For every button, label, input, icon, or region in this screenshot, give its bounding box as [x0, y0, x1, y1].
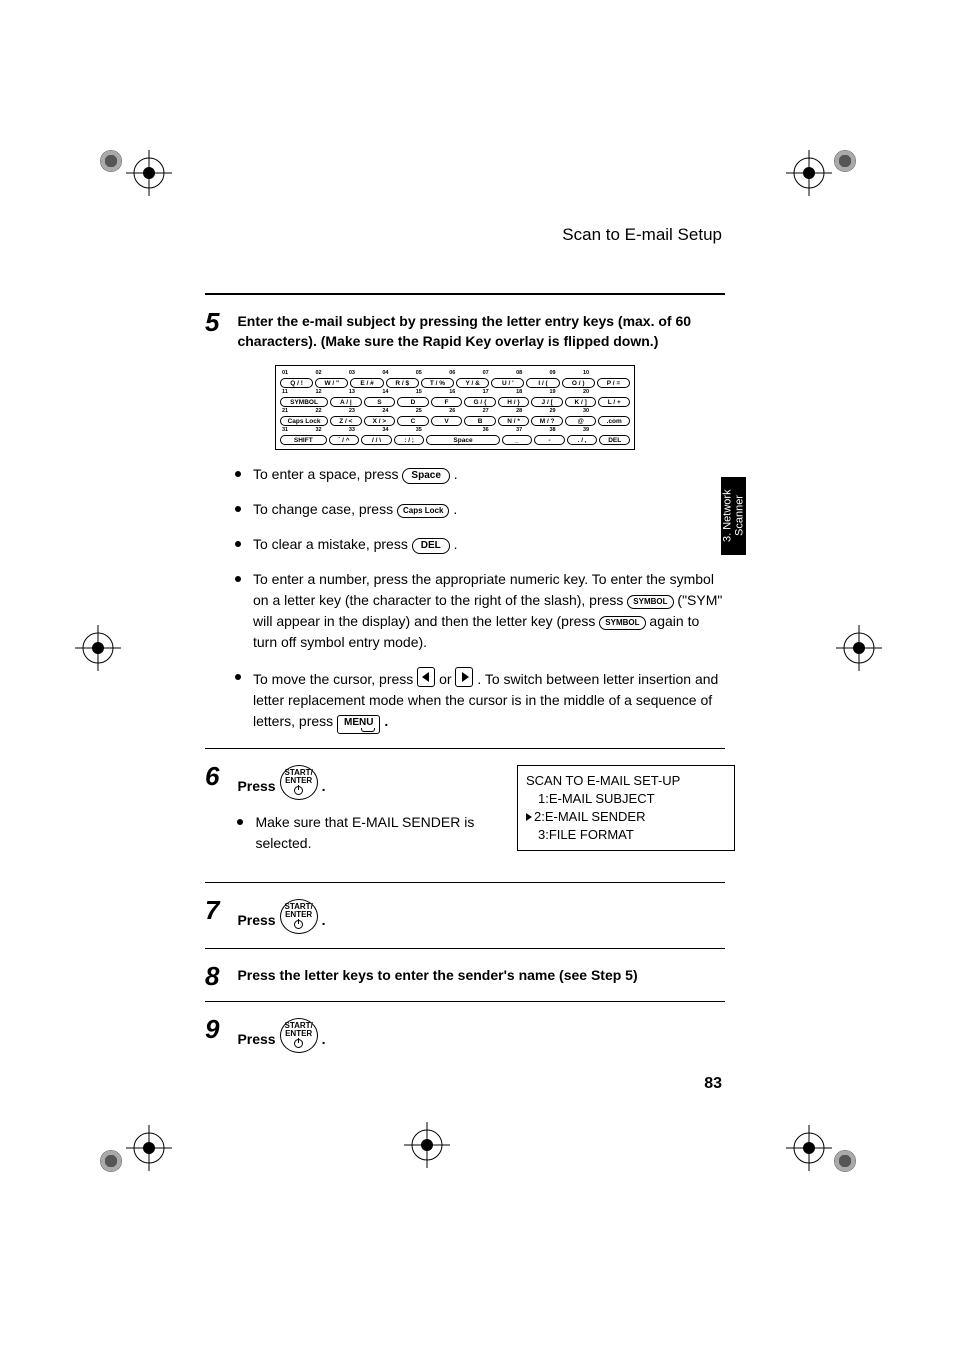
step-number-6: 6 [205, 765, 233, 787]
arrow-left-icon [417, 667, 435, 687]
text: To enter a space, press [253, 466, 402, 482]
arrow-right-icon [455, 667, 473, 687]
step-9-text: Press START/ENTER . [237, 1018, 717, 1053]
text: To clear a mistake, press [253, 536, 412, 552]
lcd-line-1: SCAN TO E-MAIL SET-UP [526, 772, 726, 790]
text: Press [237, 778, 279, 794]
step-8-text: Press the letter keys to enter the sende… [237, 965, 717, 985]
step-number-5: 5 [205, 311, 233, 333]
step-number-9: 9 [205, 1018, 233, 1040]
lcd-line-2: 1:E-MAIL SUBJECT [526, 790, 726, 808]
page-header-title: Scan to E-mail Setup [562, 225, 722, 245]
start-enter-key-icon: START/ENTER [280, 765, 318, 800]
bullet-del: To clear a mistake, press DEL . [235, 534, 725, 555]
lcd-line-3: 2:E-MAIL SENDER [526, 808, 726, 826]
step-number-7: 7 [205, 899, 233, 921]
step-5-text: Enter the e-mail subject by pressing the… [237, 311, 717, 351]
page-number: 83 [704, 1075, 722, 1093]
symbol-key-icon: SYMBOL [627, 595, 673, 609]
capslock-key-icon: Caps Lock [397, 504, 449, 518]
space-key-icon: Space [402, 468, 449, 484]
text: To move the cursor, press [253, 671, 417, 687]
symbol-key-icon: SYMBOL [599, 616, 645, 630]
step-number-8: 8 [205, 965, 233, 987]
text: Press [237, 1031, 279, 1047]
lcd-line-4: 3:FILE FORMAT [526, 826, 726, 844]
step-6-sub-bullet: Make sure that E-MAIL SENDER is selected… [237, 812, 497, 854]
text: or [439, 671, 455, 687]
bullet-space: To enter a space, press Space . [235, 464, 725, 485]
start-enter-key-icon: START/ENTER [280, 899, 318, 934]
bullet-symbol: To enter a number, press the appropriate… [235, 569, 725, 653]
text: To change case, press [253, 501, 397, 517]
bullet-caps: To change case, press Caps Lock . [235, 499, 725, 520]
selector-icon [526, 813, 532, 821]
text: Press [237, 912, 279, 928]
start-enter-key-icon: START/ENTER [280, 1018, 318, 1053]
step-7-text: Press START/ENTER . [237, 899, 717, 934]
lcd-display: SCAN TO E-MAIL SET-UP 1:E-MAIL SUBJECT 2… [517, 765, 735, 851]
del-key-icon: DEL [412, 538, 450, 554]
bullet-cursor: To move the cursor, press or . To switch… [235, 667, 725, 734]
keyboard-diagram: 01020304050607080910 Q / !W / "E / #R / … [275, 365, 635, 450]
menu-key-icon: MENU [337, 715, 380, 734]
